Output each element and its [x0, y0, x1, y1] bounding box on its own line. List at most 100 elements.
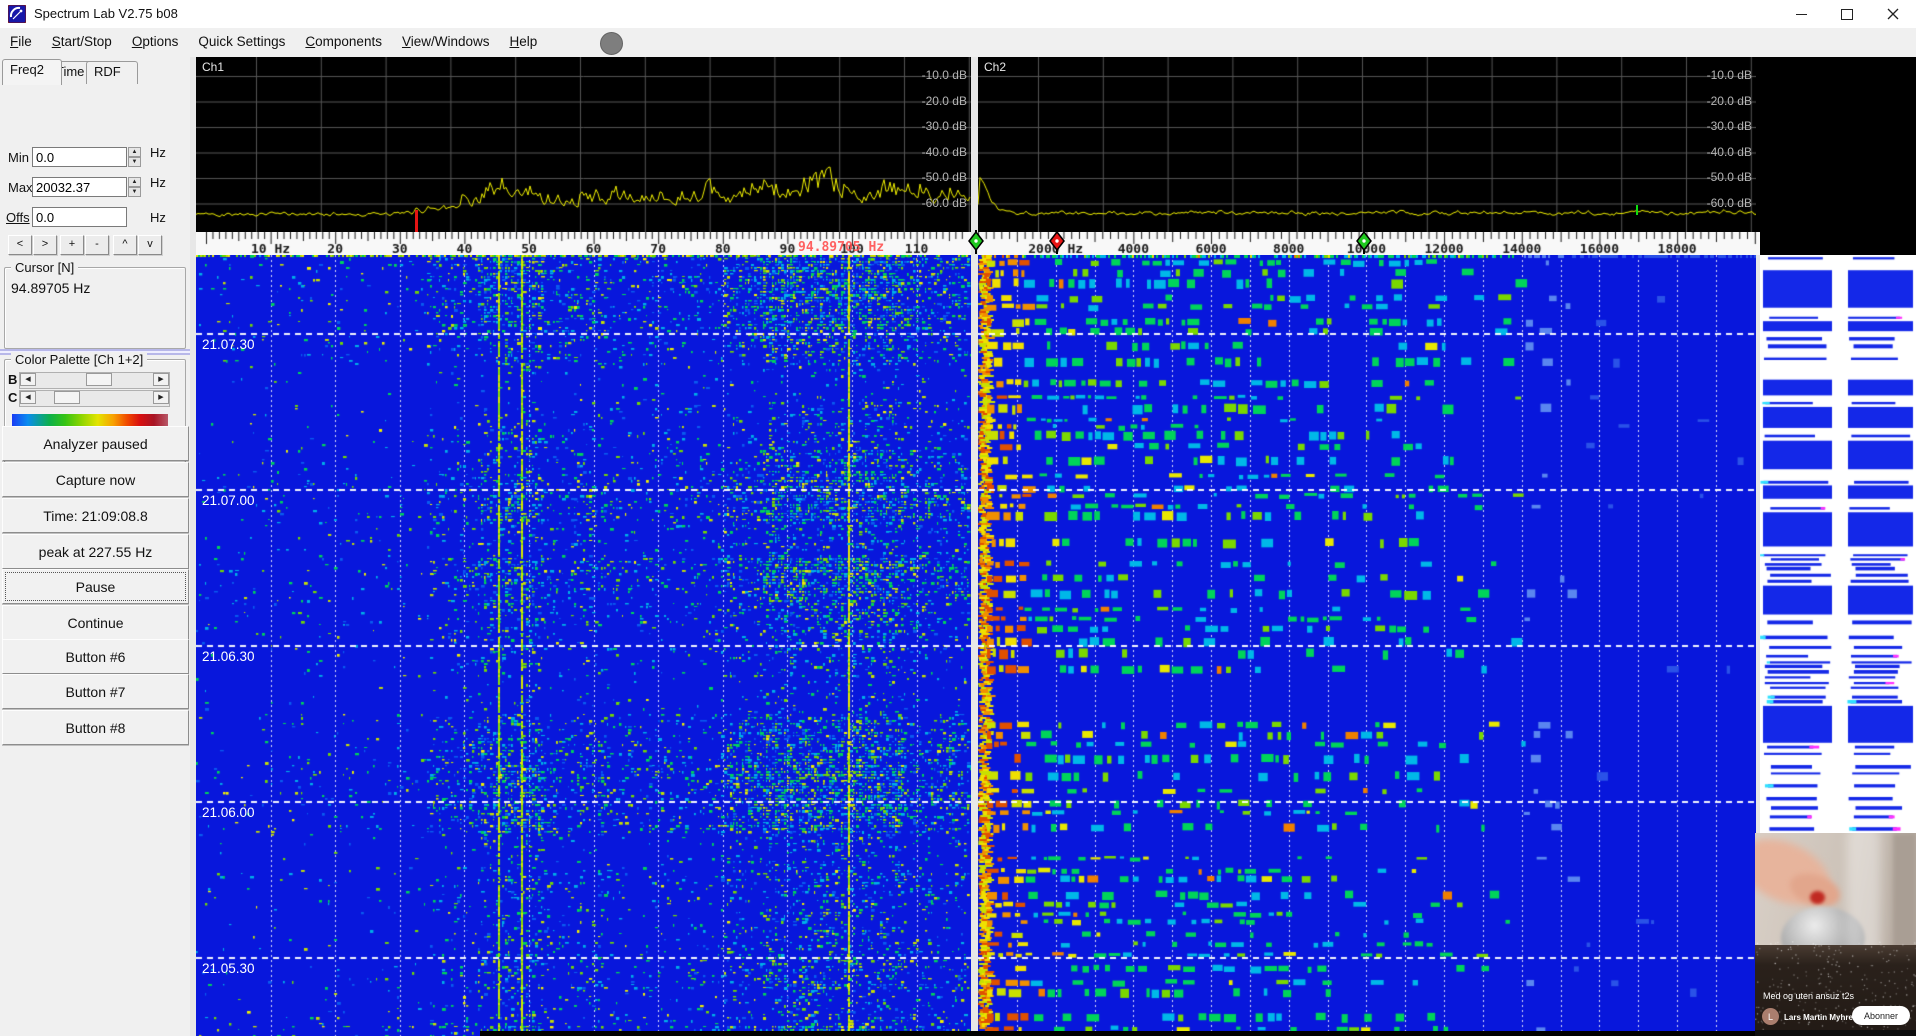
channel-avatar: L [1762, 1008, 1779, 1025]
max-unit: Hz [150, 175, 166, 190]
ch2-label: Ch2 [984, 60, 1006, 74]
nav-button-3[interactable]: - [85, 235, 109, 255]
menu-item-quicksettings[interactable]: Quick Settings [188, 28, 295, 54]
time-label: 21.06.00 [202, 805, 255, 820]
tab-freq2[interactable]: Freq2 [2, 59, 62, 85]
nav-button-4[interactable]: ^ [113, 235, 137, 255]
ch2-spectrum-display[interactable] [978, 57, 1756, 232]
db-scale-label: -10.0 dB [897, 68, 967, 82]
menu-item-help[interactable]: Help [500, 28, 548, 54]
max-label: Max [8, 180, 33, 195]
max-frequency-input[interactable] [32, 177, 127, 197]
time-label: 21.05.30 [202, 961, 255, 976]
spinner-up-icon: ▲ [128, 147, 141, 157]
menu-bar: FileStart/StopOptionsQuick SettingsCompo… [0, 28, 1916, 57]
ch1-waterfall-display[interactable] [196, 255, 971, 1036]
green-cursor-tick [1636, 205, 1638, 215]
spectrum-right-fill [1756, 57, 1916, 255]
panel-button-pause[interactable]: Pause [2, 569, 189, 604]
db-scale-label: -30.0 dB [1682, 119, 1752, 133]
db-scale-label: -10.0 dB [1682, 68, 1752, 82]
cursor-groupbox: Cursor [N] 94.89705 Hz [4, 267, 186, 349]
channel-name: Lars Martin Myhre [1784, 1013, 1853, 1022]
ch2-waterfall-display[interactable] [978, 255, 1756, 1036]
tab-rdf[interactable]: RDF [86, 61, 138, 84]
red-diamond-marker[interactable] [1049, 230, 1065, 254]
nav-button-5[interactable]: v [138, 235, 162, 255]
cursor-frequency-readout: 94.89705 Hz [798, 240, 884, 255]
arrow-left-icon: ◀ [20, 391, 36, 404]
contrast-thumb [54, 391, 80, 404]
minimize-button[interactable] [1778, 0, 1824, 28]
title-bar: Spectrum Lab V2.75 b08 [0, 0, 1916, 29]
time-label: 21.07.30 [202, 337, 255, 352]
menu-item-startstop[interactable]: Start/Stop [42, 28, 122, 54]
ch1-label: Ch1 [202, 60, 224, 74]
arrow-right-icon: ▶ [153, 373, 169, 386]
window-title: Spectrum Lab V2.75 b08 [34, 6, 178, 21]
green-diamond-marker[interactable] [1356, 230, 1372, 254]
contrast-label: C [8, 390, 17, 405]
cursor-readout: 94.89705 Hz [11, 280, 90, 296]
video-title: Med og uten ansuz t2s [1763, 991, 1854, 1001]
spinner-down-icon: ▼ [128, 157, 141, 167]
offset-unit: Hz [150, 210, 166, 225]
db-scale-label: -20.0 dB [897, 94, 967, 108]
waterfall-bottom-edge [480, 1031, 1756, 1036]
green-diamond-marker[interactable] [968, 230, 984, 254]
time-label: 21.07.00 [202, 493, 255, 508]
max-spinner[interactable]: ▲▼ [128, 177, 142, 199]
ch1-spectrum-display[interactable] [196, 57, 971, 232]
db-scale-label: -50.0 dB [897, 170, 967, 184]
brightness-label: B [8, 372, 17, 387]
offset-label[interactable]: Offs [6, 210, 30, 225]
menu-item-options[interactable]: Options [122, 28, 189, 54]
panel-display-divider [190, 57, 196, 1036]
arrow-left-icon: ◀ [20, 373, 36, 386]
panel-button-analyzer-paused[interactable]: Analyzer paused [2, 426, 189, 461]
nav-button-0[interactable]: < [8, 235, 32, 255]
status-circle-icon [600, 32, 623, 55]
panel-button-button-6[interactable]: Button #6 [2, 639, 189, 674]
nav-button-2[interactable]: + [60, 235, 84, 255]
db-scale-label: -50.0 dB [1682, 170, 1752, 184]
min-spinner[interactable]: ▲▼ [128, 147, 142, 169]
panel-button-peak-at-227-55-hz[interactable]: peak at 227.55 Hz [2, 534, 189, 569]
db-scale-label: -60.0 dB [897, 196, 967, 210]
min-frequency-input[interactable] [32, 147, 127, 167]
db-scale-label: -30.0 dB [897, 119, 967, 133]
panel-button-time-21-09-08-8[interactable]: Time: 21:09:08.8 [2, 498, 189, 533]
subscribe-button[interactable]: Abonner [1852, 1006, 1910, 1025]
menu-item-components[interactable]: Components [295, 28, 392, 54]
spinner-down-icon: ▼ [128, 187, 141, 197]
brightness-thumb [86, 373, 112, 386]
menu-item-viewwindows[interactable]: View/Windows [392, 28, 500, 54]
contrast-scrollbar[interactable]: ◀ ▶ [19, 390, 170, 407]
nav-button-1[interactable]: > [33, 235, 57, 255]
ch1-ch2-divider [971, 57, 978, 1036]
db-scale-label: -40.0 dB [1682, 145, 1752, 159]
maximize-button[interactable] [1824, 0, 1870, 28]
offset-input[interactable] [32, 207, 127, 227]
time-label: 21.06.30 [202, 649, 255, 664]
red-cursor-tick [415, 210, 418, 232]
panel-button-button-8[interactable]: Button #8 [2, 710, 189, 745]
app-icon [8, 5, 26, 23]
palette-group-title: Color Palette [Ch 1+2] [11, 352, 147, 367]
panel-button-capture-now[interactable]: Capture now [2, 462, 189, 497]
close-icon [1887, 8, 1899, 20]
db-scale-label: -20.0 dB [1682, 94, 1752, 108]
spectrum-lab-window: Spectrum Lab V2.75 b08 FileStart/StopOpt… [0, 0, 1916, 1036]
video-overlay[interactable]: Med og uten ansuz t2s L Lars Martin Myhr… [1755, 833, 1916, 1036]
close-button[interactable] [1870, 0, 1916, 28]
spinner-up-icon: ▲ [128, 177, 141, 187]
video-bottom-bar [1755, 1030, 1916, 1036]
brightness-scrollbar[interactable]: ◀ ▶ [19, 372, 170, 389]
menu-item-file[interactable]: File [0, 28, 42, 54]
panel-button-button-7[interactable]: Button #7 [2, 674, 189, 709]
min-unit: Hz [150, 145, 166, 160]
control-panel: Freq2TimeRDF Min ▲▼ Hz Max ▲▼ Hz Offs Hz… [0, 57, 190, 1036]
min-label: Min [8, 150, 29, 165]
red-object [1810, 891, 1825, 904]
panel-button-continue[interactable]: Continue [2, 605, 189, 640]
